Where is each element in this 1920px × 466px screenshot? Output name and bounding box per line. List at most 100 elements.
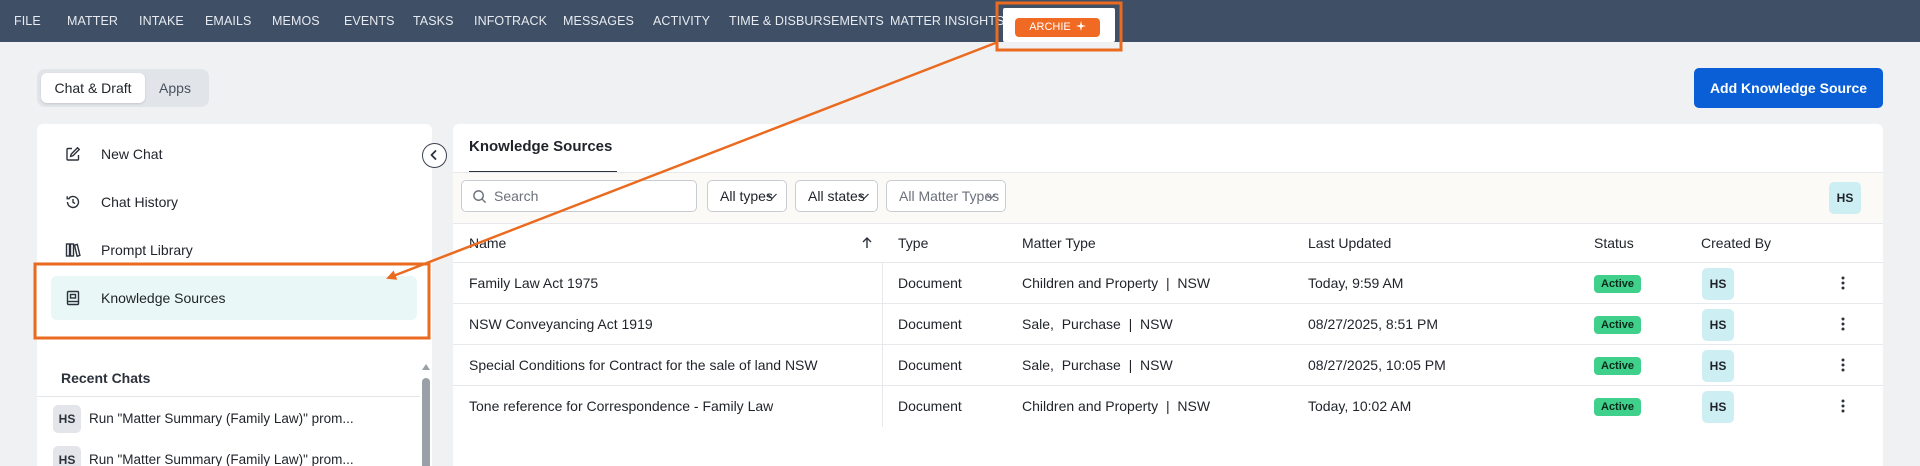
status-badge: Active (1594, 316, 1642, 334)
sparkle-icon (1075, 21, 1086, 31)
divider (37, 396, 420, 397)
nav-tab-infotrack[interactable]: INFOTRACK (474, 0, 547, 42)
table-row[interactable]: NSW Conveyancing Act 1919 Document Sale,… (453, 304, 1883, 345)
tab-knowledge-sources[interactable]: Knowledge Sources (469, 138, 612, 155)
more-options-icon[interactable] (1835, 355, 1851, 375)
chevron-down-icon (767, 193, 777, 200)
sidebar-item-label: New Chat (101, 146, 163, 162)
table-row[interactable]: Special Conditions for Contract for the … (453, 345, 1883, 386)
cell-matter-type: Sale, Purchase | NSW (1022, 316, 1173, 332)
status-badge: Active (1594, 275, 1642, 293)
recent-chats-heading: Recent Chats (61, 370, 151, 386)
sidebar-item-chat-history[interactable]: Chat History (51, 182, 417, 222)
column-header-created-by[interactable]: Created By (1701, 224, 1771, 263)
column-header-matter-type[interactable]: Matter Type (1022, 224, 1096, 263)
avatar: HS (1702, 350, 1734, 382)
knowledge-sources-panel: Knowledge Sources All types All states A… (453, 124, 1883, 466)
nav-tab-messages[interactable]: MESSAGES (563, 0, 634, 42)
column-header-name[interactable]: Name (469, 224, 506, 263)
add-knowledge-source-button[interactable]: Add Knowledge Source (1694, 68, 1883, 108)
state-filter-value: All states (808, 188, 865, 204)
column-header-type[interactable]: Type (898, 224, 928, 263)
cell-name: Tone reference for Correspondence - Fami… (469, 398, 774, 414)
state-filter-dropdown[interactable]: All states (795, 180, 878, 212)
avatar: HS (1702, 309, 1734, 341)
cell-matter-type: Children and Property | NSW (1022, 275, 1211, 291)
search-icon (473, 190, 487, 204)
user-avatar[interactable]: HS (1829, 182, 1861, 214)
status-badge: Active (1594, 398, 1642, 416)
cell-name: Family Law Act 1975 (469, 275, 599, 291)
cell-type: Document (898, 275, 962, 291)
sidebar-scrollbar[interactable] (421, 362, 431, 466)
nav-tab-matter-insights[interactable]: MATTER INSIGHTS (890, 0, 1004, 42)
avatar: HS (1702, 268, 1734, 300)
sidebar-item-new-chat[interactable]: New Chat (51, 134, 417, 174)
search-field[interactable] (461, 180, 697, 212)
nav-tab-memos[interactable]: MEMOS (272, 0, 320, 42)
nav-tab-archie[interactable]: ARCHIE (1003, 8, 1115, 42)
status-badge: Active (1594, 357, 1642, 375)
chevron-down-icon (986, 193, 996, 200)
nav-tab-tasks[interactable]: TASKS (413, 0, 454, 42)
cell-last-updated: 08/27/2025, 10:05 PM (1308, 357, 1446, 373)
matter-type-filter-dropdown[interactable]: All Matter Types (886, 180, 1006, 212)
knowledge-book-icon (66, 290, 80, 306)
cell-matter-type: Children and Property | NSW (1022, 398, 1211, 414)
table-header: Name Type Matter Type Last Updated Statu… (453, 223, 1883, 263)
more-options-icon[interactable] (1835, 273, 1851, 293)
cell-name: NSW Conveyancing Act 1919 (469, 316, 653, 332)
segment-apps[interactable]: Apps (145, 73, 205, 103)
cell-last-updated: 08/27/2025, 8:51 PM (1308, 316, 1438, 332)
sidebar-item-knowledge-sources[interactable]: Knowledge Sources (51, 276, 417, 320)
recent-chat-item[interactable]: HS Run "Matter Summary (Family Law)" pro… (53, 405, 403, 435)
recent-chat-title: Run "Matter Summary (Family Law)" prom..… (89, 452, 354, 466)
collapse-sidebar-button[interactable] (422, 143, 447, 168)
column-header-status[interactable]: Status (1594, 224, 1634, 263)
scroll-up-arrow-icon[interactable] (422, 364, 430, 370)
nav-tab-emails[interactable]: EMAILS (205, 0, 251, 42)
table-row[interactable]: Tone reference for Correspondence - Fami… (453, 386, 1883, 427)
archie-pill: ARCHIE (1015, 18, 1100, 37)
history-icon (66, 195, 80, 209)
avatar: HS (1702, 391, 1734, 423)
cell-type: Document (898, 357, 962, 373)
cell-matter-type: Sale, Purchase | NSW (1022, 357, 1173, 373)
cell-name: Special Conditions for Contract for the … (469, 357, 818, 373)
sidebar-item-prompt-library[interactable]: Prompt Library (51, 230, 417, 270)
type-filter-dropdown[interactable]: All types (707, 180, 787, 212)
cell-last-updated: Today, 10:02 AM (1308, 398, 1412, 414)
column-header-last-updated[interactable]: Last Updated (1308, 224, 1391, 263)
nav-tab-file[interactable]: FILE (14, 0, 41, 42)
avatar: HS (53, 446, 81, 466)
sidebar-item-label: Knowledge Sources (101, 290, 226, 306)
view-switcher: Chat & Draft Apps (37, 69, 209, 107)
recent-chat-title: Run "Matter Summary (Family Law)" prom..… (89, 411, 354, 426)
sidebar-item-label: Prompt Library (101, 242, 193, 258)
nav-tab-time-disbursements[interactable]: TIME & DISBURSEMENTS (729, 0, 884, 42)
top-navigation-bar: FILE MATTER INTAKE EMAILS MEMOS EVENTS T… (0, 0, 1920, 42)
nav-tab-activity[interactable]: ACTIVITY (653, 0, 710, 42)
nav-tab-events[interactable]: EVENTS (344, 0, 395, 42)
sidebar-panel: New Chat Chat History Prompt Library Kno… (37, 124, 432, 466)
edit-icon (66, 146, 81, 161)
cell-type: Document (898, 398, 962, 414)
segment-chat-draft[interactable]: Chat & Draft (41, 73, 145, 103)
sort-ascending-icon[interactable] (860, 236, 874, 250)
cell-last-updated: Today, 9:59 AM (1308, 275, 1404, 291)
scrollbar-thumb[interactable] (422, 378, 430, 466)
library-icon (65, 243, 81, 258)
table-row[interactable]: Family Law Act 1975 Document Children an… (453, 263, 1883, 304)
recent-chat-item[interactable]: HS Run "Matter Summary (Family Law)" pro… (53, 446, 403, 466)
chevron-down-icon (859, 193, 869, 200)
nav-tab-matter[interactable]: MATTER (67, 0, 118, 42)
more-options-icon[interactable] (1835, 396, 1851, 416)
column-divider (882, 263, 883, 427)
nav-tab-intake[interactable]: INTAKE (139, 0, 184, 42)
filter-toolbar: All types All states All Matter Types HS (453, 173, 1883, 223)
type-filter-value: All types (720, 188, 773, 204)
sidebar-item-label: Chat History (101, 194, 179, 210)
cell-type: Document (898, 316, 962, 332)
more-options-icon[interactable] (1835, 314, 1851, 334)
search-input[interactable] (494, 181, 690, 211)
